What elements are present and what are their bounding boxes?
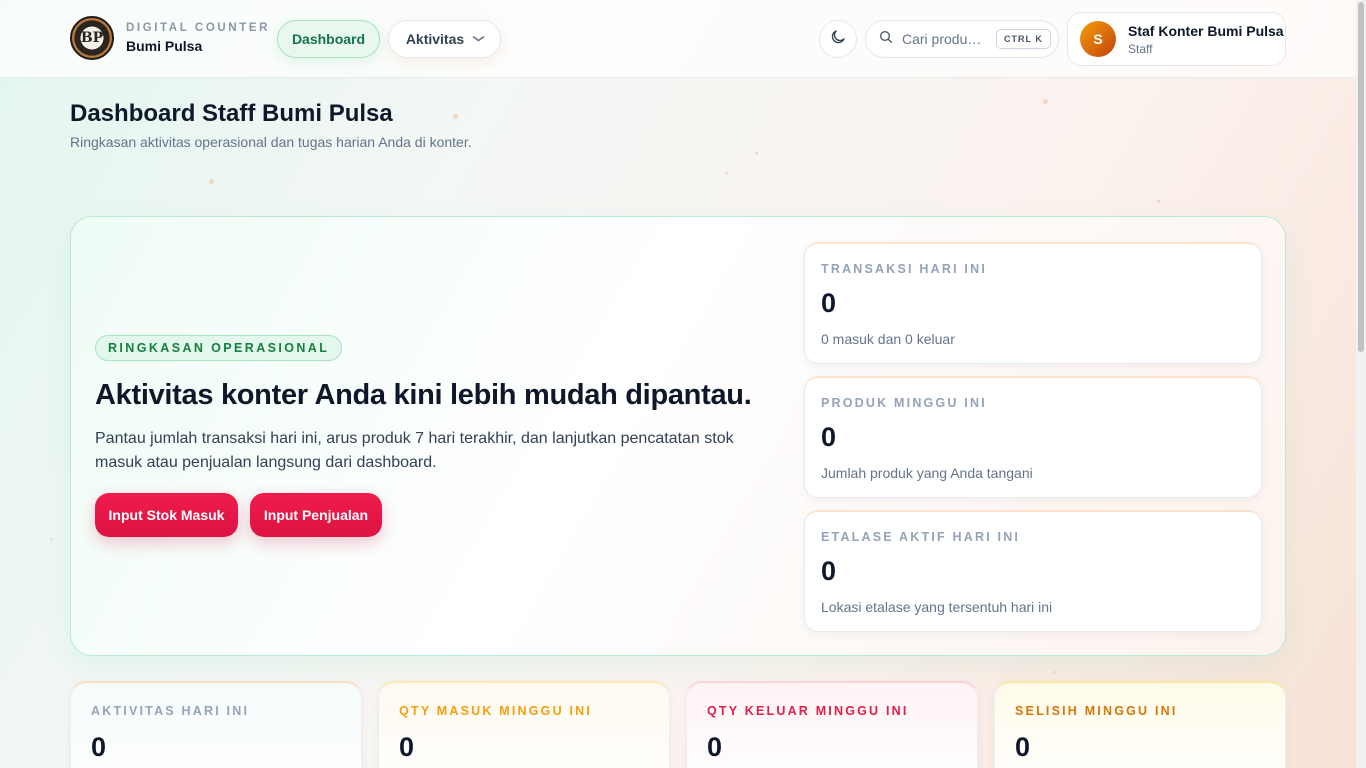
- card-value: 0: [707, 732, 723, 762]
- brand-name: Bumi Pulsa: [126, 38, 203, 54]
- bumi-pulsa-logo: BP: [70, 16, 114, 60]
- card-label: QTY KELUAR MINGGU INI: [707, 704, 909, 718]
- nav-aktivitas-dropdown[interactable]: Aktivitas: [388, 20, 501, 58]
- stat-description: Jumlah produk yang Anda tangani: [821, 465, 1033, 481]
- user-info: Staf Konter Bumi Pulsa Staff: [1128, 23, 1284, 56]
- stat-card-etalase: ETALASE AKTIF HARI INI 0 Lokasi etalase …: [804, 510, 1262, 632]
- summary-card-selisih: SELISIH MINGGU INI 0: [994, 681, 1286, 768]
- user-menu[interactable]: S Staf Konter Bumi Pulsa Staff: [1067, 12, 1286, 66]
- brand-subtitle: DIGITAL COUNTER: [126, 22, 270, 34]
- hero-section: RINGKASAN OPERASIONAL Aktivitas konter A…: [70, 216, 1286, 656]
- stat-label: TRANSAKSI HARI INI: [821, 262, 987, 276]
- nav-aktivitas-label: Aktivitas: [405, 31, 465, 47]
- stat-card-produk: PRODUK MINGGU INI 0 Jumlah produk yang A…: [804, 376, 1262, 498]
- search-box[interactable]: Cari produk... CTRL K: [865, 20, 1059, 58]
- moon-icon: [829, 28, 847, 51]
- summary-card-qty-keluar: QTY KELUAR MINGGU INI 0: [686, 681, 978, 768]
- stat-value: 0: [821, 556, 837, 586]
- summary-card-qty-masuk: QTY MASUK MINGGU INI 0: [378, 681, 670, 768]
- stat-description: Lokasi etalase yang tersentuh hari ini: [821, 599, 1053, 615]
- summary-card-aktivitas: AKTIVITAS HARI INI 0: [70, 681, 362, 768]
- stat-label: ETALASE AKTIF HARI INI: [821, 530, 1021, 544]
- search-icon: [878, 29, 894, 50]
- avatar: S: [1080, 21, 1116, 57]
- brand-text: DIGITAL COUNTER Bumi Pulsa: [126, 22, 270, 54]
- hero-title: Aktivitas konter Anda kini lebih mudah d…: [95, 379, 752, 411]
- search-input[interactable]: Cari produk...: [902, 31, 986, 47]
- stat-description: 0 masuk dan 0 keluar: [821, 331, 955, 347]
- stat-value: 0: [821, 288, 837, 318]
- stat-value: 0: [821, 422, 837, 452]
- hero-description: Pantau jumlah transaksi hari ini, arus p…: [95, 430, 734, 471]
- card-value: 0: [91, 732, 107, 762]
- search-shortcut-badge: CTRL K: [996, 29, 1051, 49]
- card-label: AKTIVITAS HARI INI: [91, 704, 250, 718]
- brand[interactable]: BP DIGITAL COUNTER Bumi Pulsa: [70, 16, 270, 60]
- top-header: BP DIGITAL COUNTER Bumi Pulsa Dashboard …: [0, 0, 1356, 78]
- scrollbar-thumb[interactable]: [1358, 2, 1364, 352]
- user-name: Staf Konter Bumi Pulsa: [1128, 22, 1284, 39]
- input-penjualan-button[interactable]: Input Penjualan: [250, 493, 382, 537]
- operational-summary-badge: RINGKASAN OPERASIONAL: [95, 335, 343, 361]
- page-scrollbar[interactable]: [1356, 0, 1366, 768]
- theme-toggle-button[interactable]: [819, 20, 857, 58]
- card-label: QTY MASUK MINGGU INI: [399, 704, 593, 718]
- nav-dashboard-label: Dashboard: [291, 31, 366, 47]
- page-subtitle: Ringkasan aktivitas operasional dan tuga…: [70, 134, 472, 150]
- stat-card-transaksi: TRANSAKSI HARI INI 0 0 masuk dan 0 kelua…: [804, 242, 1262, 364]
- user-role: Staff: [1128, 41, 1153, 56]
- input-stok-masuk-button[interactable]: Input Stok Masuk: [95, 493, 238, 537]
- card-value: 0: [1015, 732, 1031, 762]
- card-value: 0: [399, 732, 415, 762]
- page-title: Dashboard Staff Bumi Pulsa: [70, 100, 393, 127]
- chevron-down-icon: [472, 33, 485, 45]
- nav-dashboard-button[interactable]: Dashboard: [277, 20, 380, 58]
- card-label: SELISIH MINGGU INI: [1015, 704, 1178, 718]
- stat-label: PRODUK MINGGU INI: [821, 396, 987, 410]
